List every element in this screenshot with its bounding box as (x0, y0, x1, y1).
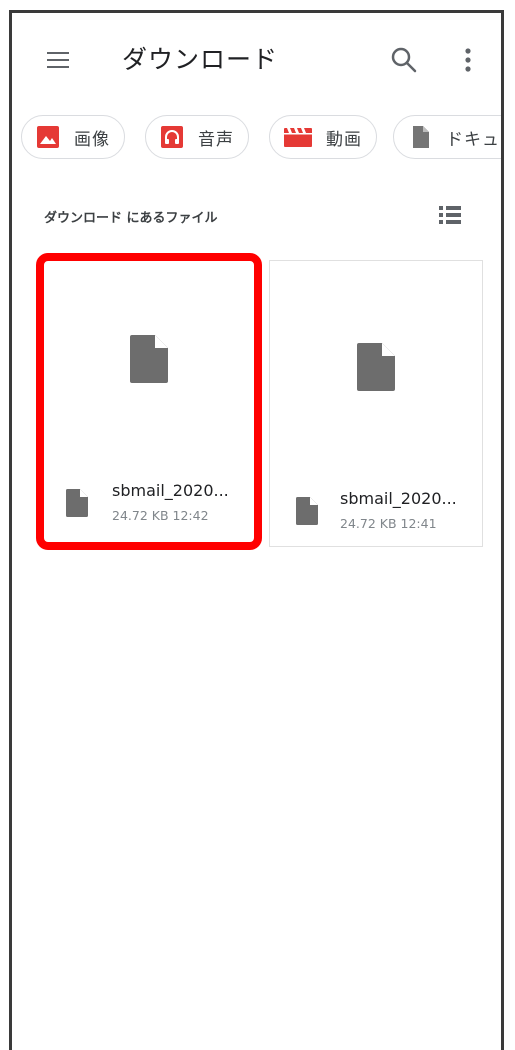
headphones-icon (161, 126, 183, 148)
file-card[interactable]: sbmail_2020... 24.72 KB 12:41 (269, 260, 483, 547)
section-header: ダウンロード にあるファイル (44, 211, 218, 226)
app-bar: ダウンロード (12, 13, 501, 105)
file-icon (357, 343, 395, 391)
chip-video[interactable]: 動画 (269, 115, 377, 159)
chip-label: ドキュメ (446, 129, 501, 150)
menu-icon[interactable] (45, 46, 73, 74)
device-screen: ダウンロード 画像 音声 動画 ドキュ ダウンロード にあるファイル sbmai… (9, 10, 504, 1050)
chip-documents[interactable]: ドキュメ (393, 115, 501, 159)
page-title: ダウンロード (122, 45, 279, 74)
document-icon (413, 126, 429, 148)
file-card[interactable]: sbmail_2020... 24.72 KB 12:42 (36, 253, 262, 550)
more-vert-icon[interactable] (458, 43, 478, 77)
file-meta: 24.72 KB 12:42 (112, 508, 209, 523)
file-name: sbmail_2020... (112, 481, 229, 500)
chip-label: 画像 (74, 129, 110, 150)
chip-images[interactable]: 画像 (21, 115, 125, 159)
chip-label: 動画 (326, 129, 362, 150)
file-icon (130, 335, 168, 383)
category-chips: 画像 音声 動画 ドキュ (12, 115, 501, 165)
chip-audio[interactable]: 音声 (145, 115, 249, 159)
movie-icon (284, 128, 312, 147)
image-icon (37, 126, 59, 148)
search-icon[interactable] (387, 43, 421, 77)
file-icon (296, 497, 318, 525)
file-icon (66, 489, 88, 517)
list-view-icon[interactable] (437, 203, 463, 227)
chip-label: 音声 (198, 129, 234, 150)
file-thumbnail (44, 261, 254, 483)
file-thumbnail (270, 261, 482, 483)
file-meta: 24.72 KB 12:41 (340, 516, 437, 531)
file-name: sbmail_2020... (340, 489, 457, 508)
